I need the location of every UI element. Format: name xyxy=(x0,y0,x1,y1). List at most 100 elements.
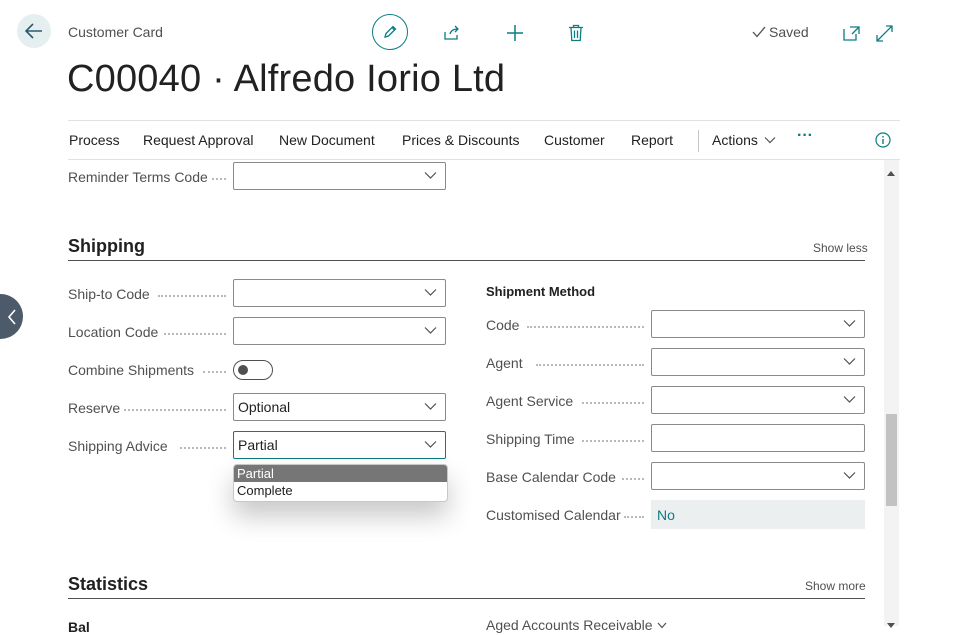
shipping-agent-label: Agent xyxy=(486,355,523,371)
checkmark-icon xyxy=(752,26,766,38)
share-button[interactable] xyxy=(439,20,465,46)
label-leader-dots xyxy=(124,409,226,412)
agent-service-field[interactable] xyxy=(651,386,865,414)
chevron-down-icon xyxy=(424,327,437,334)
triangle-up-icon xyxy=(887,171,895,176)
location-code-field[interactable] xyxy=(233,317,446,345)
shipment-method-code-label: Code xyxy=(486,317,520,333)
label-leader-dots xyxy=(158,295,226,298)
chevron-down-icon xyxy=(424,441,437,448)
reserve-select[interactable]: Optional xyxy=(233,393,446,421)
chevron-down-icon xyxy=(843,472,856,479)
label-leader-dots xyxy=(624,516,644,519)
trash-icon xyxy=(569,24,583,42)
action-bar-separator xyxy=(698,130,699,152)
plus-icon xyxy=(507,25,523,41)
dropdown-option-complete[interactable]: Complete xyxy=(234,482,447,499)
reminder-terms-code-label: Reminder Terms Code xyxy=(68,169,208,185)
share-icon xyxy=(444,25,459,40)
aged-accounts-receivable-label: Aged Accounts Receivable xyxy=(486,617,653,633)
action-report[interactable]: Report xyxy=(631,132,673,148)
label-leader-dots xyxy=(164,333,226,336)
ship-to-code-field[interactable] xyxy=(233,279,446,307)
agent-service-label: Agent Service xyxy=(486,393,574,409)
action-customer[interactable]: Customer xyxy=(544,132,605,148)
open-new-window-button[interactable] xyxy=(838,20,864,46)
chevron-down-icon xyxy=(657,622,667,628)
shipping-time-label: Shipping Time xyxy=(486,431,575,447)
shipping-advice-select[interactable]: Partial xyxy=(233,431,446,459)
label-leader-dots xyxy=(582,440,644,443)
collapse-sidepanel-button[interactable] xyxy=(0,294,23,339)
label-leader-dots xyxy=(622,478,644,481)
action-prices-discounts[interactable]: Prices & Discounts xyxy=(402,132,519,148)
info-button[interactable] xyxy=(870,127,896,153)
scroll-down-arrow[interactable] xyxy=(886,616,896,634)
save-status-text: Saved xyxy=(769,24,809,40)
chevron-down-icon xyxy=(843,320,856,327)
action-process[interactable]: Process xyxy=(69,132,120,148)
info-icon xyxy=(875,132,891,148)
chevron-down-icon xyxy=(424,172,437,179)
page-caption: Customer Card xyxy=(68,24,163,40)
statistics-show-more-link[interactable]: Show more xyxy=(805,579,866,593)
combine-shipments-toggle[interactable] xyxy=(233,360,273,380)
statistics-section-title[interactable]: Statistics xyxy=(68,574,148,595)
open-in-new-window-icon xyxy=(842,25,860,41)
new-button[interactable] xyxy=(502,20,528,46)
toggle-knob xyxy=(238,364,248,375)
chevron-left-icon xyxy=(7,308,16,325)
chevron-down-icon xyxy=(843,396,856,403)
chevron-down-icon xyxy=(424,403,437,410)
reserve-value: Optional xyxy=(238,399,291,415)
base-calendar-code-field[interactable] xyxy=(651,462,865,490)
location-code-label: Location Code xyxy=(68,324,159,340)
shipping-advice-dropdown-list: Partial Complete xyxy=(233,464,448,502)
vertical-scrollbar[interactable] xyxy=(884,160,899,626)
action-request-approval[interactable]: Request Approval xyxy=(143,132,254,148)
back-button[interactable] xyxy=(17,14,51,48)
label-leader-dots xyxy=(212,178,226,181)
shipping-section-divider xyxy=(68,260,865,261)
statistics-section-divider xyxy=(68,598,865,599)
save-status: Saved xyxy=(752,24,809,40)
dropdown-option-partial[interactable]: Partial xyxy=(234,465,447,482)
aged-accounts-receivable-heading[interactable]: Aged Accounts Receivable xyxy=(486,617,667,633)
shipping-agent-field[interactable] xyxy=(651,348,865,376)
shipment-method-code-field[interactable] xyxy=(651,310,865,338)
action-bar-top-divider xyxy=(68,120,900,121)
shipping-time-input[interactable] xyxy=(651,424,865,452)
ship-to-code-label: Ship-to Code xyxy=(68,286,150,302)
reminder-terms-code-field[interactable] xyxy=(233,162,446,190)
pencil-icon xyxy=(384,25,397,38)
chevron-down-icon xyxy=(764,137,776,144)
label-leader-dots xyxy=(180,447,226,450)
action-bar-bottom-divider xyxy=(68,159,900,160)
shipping-advice-label: Shipping Advice xyxy=(68,438,168,454)
chevron-down-icon xyxy=(843,358,856,365)
combine-shipments-label: Combine Shipments xyxy=(68,362,195,378)
reserve-label: Reserve xyxy=(68,400,121,416)
action-new-document[interactable]: New Document xyxy=(279,132,375,148)
customised-calendar-value[interactable]: No xyxy=(651,500,865,529)
action-actions-label: Actions xyxy=(712,132,758,148)
shipment-method-heading: Shipment Method xyxy=(486,284,596,299)
label-leader-dots xyxy=(203,371,226,374)
label-leader-dots xyxy=(527,326,644,329)
delete-button[interactable] xyxy=(563,20,589,46)
expand-button[interactable] xyxy=(871,20,897,46)
scroll-up-arrow[interactable] xyxy=(886,164,896,182)
scrollbar-thumb[interactable] xyxy=(886,414,897,506)
action-actions-menu[interactable]: Actions xyxy=(712,132,776,148)
label-leader-dots xyxy=(536,364,644,367)
edit-button[interactable] xyxy=(372,14,408,50)
shipping-show-less-link[interactable]: Show less xyxy=(813,241,868,255)
shipping-advice-value: Partial xyxy=(238,437,278,453)
expand-icon xyxy=(875,24,893,42)
page-title: C00040 · Alfredo Iorio Ltd xyxy=(67,58,506,100)
label-leader-dots xyxy=(582,402,644,405)
base-calendar-code-label: Base Calendar Code xyxy=(486,469,616,485)
customised-calendar-label: Customised Calendar xyxy=(486,507,621,523)
more-options-button[interactable]: ··· xyxy=(797,127,813,145)
shipping-section-title[interactable]: Shipping xyxy=(68,236,145,257)
